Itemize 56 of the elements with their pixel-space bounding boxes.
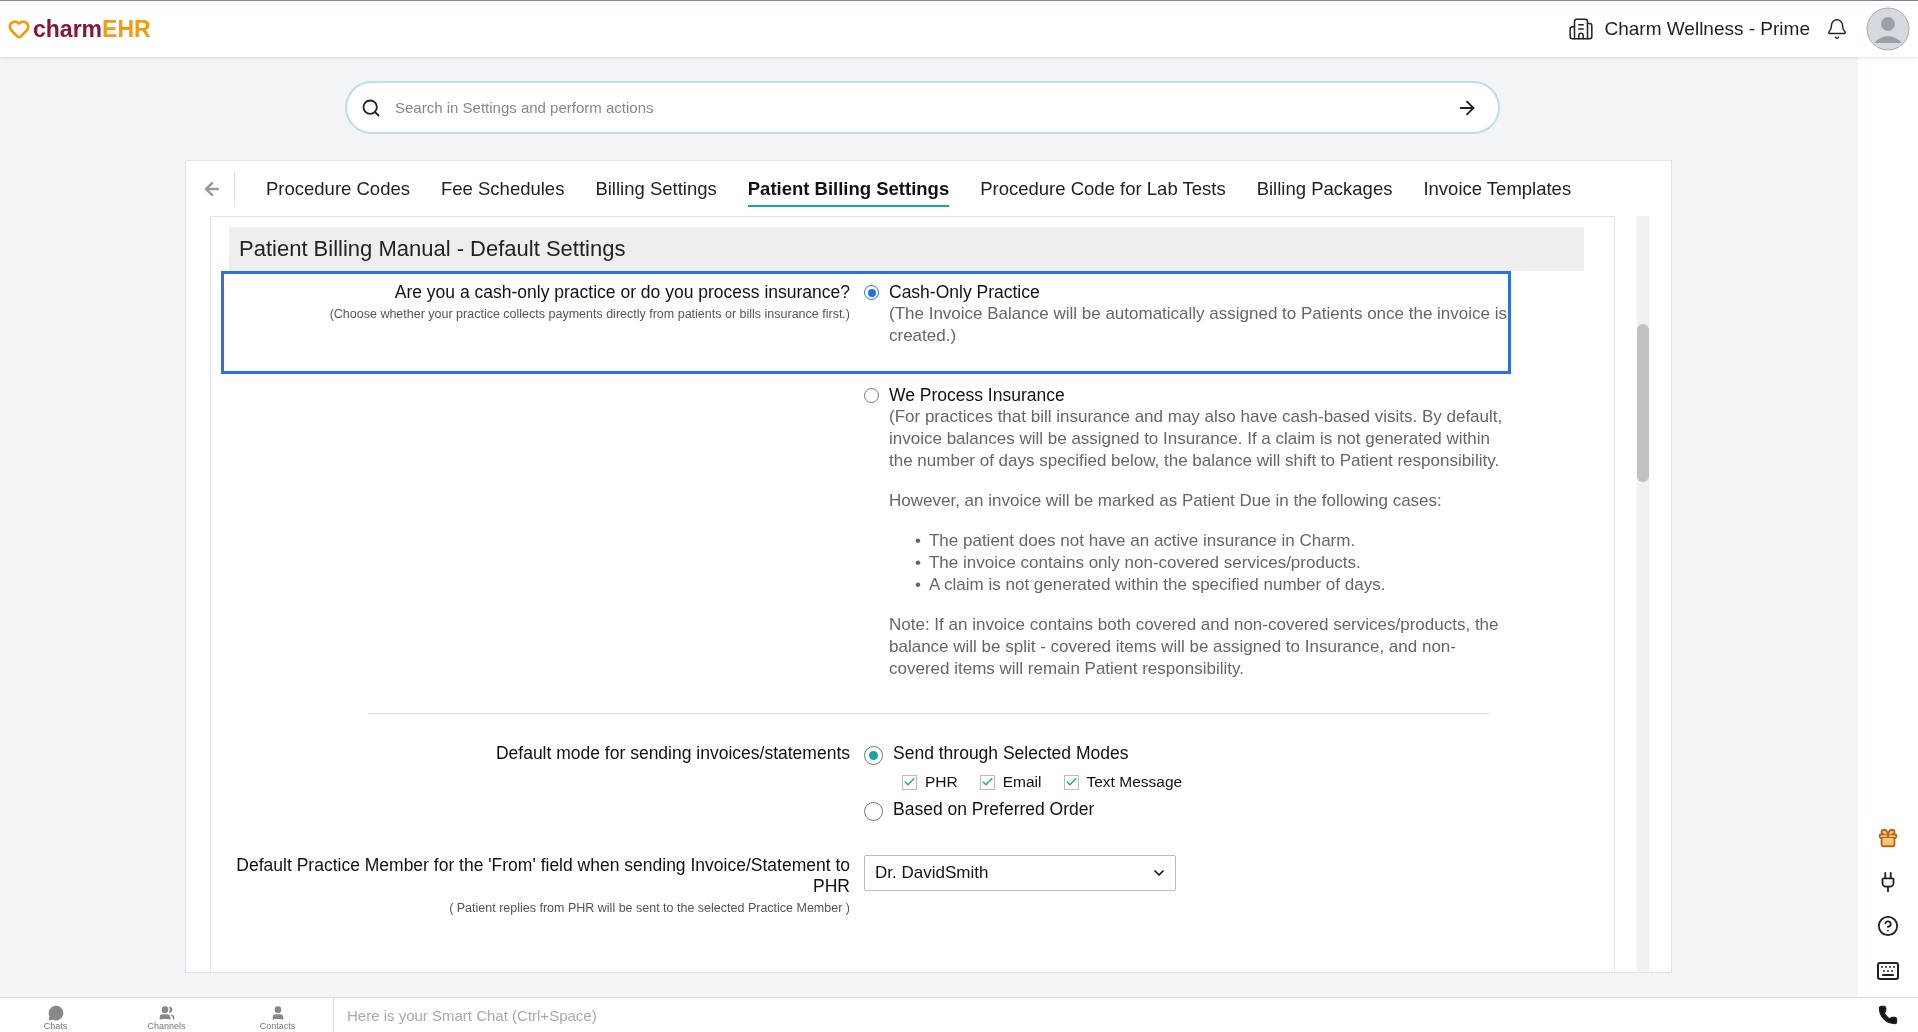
description-text: (For practices that bill insurance and may also have cash-based visits. By default, invoice balances will be assigned to Insurance. If a claim is not generated within the number of days specified below, the balance will shift to Patient responsibility. [889, 406, 1504, 472]
option-label: Send through Selected Modes [893, 743, 1129, 764]
scrollbar[interactable] [1637, 216, 1649, 972]
tab[interactable]: Billing Packages [1256, 170, 1393, 207]
option-label: We Process Insurance [889, 385, 1066, 406]
chat-bubble-icon [47, 1005, 64, 1021]
checkbox-label: Email [1002, 773, 1042, 791]
list-item: The invoice contains only non-covered services/products. [928, 552, 1361, 574]
checkbox-label: PHR [925, 773, 958, 791]
list-item: A claim is not generated within the specified number of days. [928, 574, 1386, 596]
tab[interactable]: Invoice Templates [1423, 170, 1572, 207]
logo-text: charmEHR [33, 15, 151, 43]
notification-bell-icon[interactable] [1826, 18, 1848, 40]
checkbox[interactable] [979, 774, 995, 790]
chat-tab[interactable]: Channels [111, 998, 222, 1032]
search-input[interactable]: Search in Settings and perform actions [393, 98, 1444, 117]
group-icon [158, 1005, 175, 1021]
search-field[interactable]: Search in Settings and perform actions [345, 81, 1500, 134]
field-label: Are you a cash-only practice or do you process insurance? [394, 282, 850, 303]
logo[interactable]: charmEHR [8, 15, 151, 43]
tab[interactable]: Fee Schedules [441, 170, 565, 207]
tab[interactable]: Procedure Code for Lab Tests [980, 170, 1226, 207]
tab[interactable]: Billing Settings [595, 170, 717, 207]
option-label: Based on Preferred Order [893, 799, 1095, 820]
chat-tab[interactable]: Contacts [222, 998, 333, 1032]
gift-icon[interactable] [1877, 827, 1899, 849]
heart-icon [8, 18, 30, 40]
building-icon [1568, 16, 1595, 42]
smart-chat-input[interactable]: Here is your Smart Chat (Ctrl+Space) [334, 1005, 1858, 1025]
section-header: Patient Billing Manual - Default Settings [229, 227, 1584, 271]
back-button[interactable] [202, 171, 235, 206]
member-select[interactable]: Dr. DavidSmith [864, 855, 1176, 891]
list-item: The patient does not have an active insurance in Charm. [928, 530, 1356, 552]
bullet: • [915, 552, 921, 574]
checkbox-label: Text Message [1086, 773, 1183, 791]
option-label: Cash-Only Practice [889, 282, 1041, 303]
field-hint: ( Patient replies from PHR will be sent to the selected Practice Member ) [449, 901, 850, 915]
description-text: Note: If an invoice contains both covered and non-covered services/products, the balance will be split - covered items will be assigned to Insurance, and non-covered items will remain Patient responsibility. [889, 614, 1500, 680]
description-text: (The Invoice Balance will be automatically assigned to Patients once the invoice is created.) [889, 303, 1508, 347]
field-label: Default mode for sending invoices/statements [495, 743, 850, 764]
bullet: • [915, 530, 921, 552]
tab[interactable]: Procedure Codes [266, 170, 410, 207]
phone-icon[interactable] [1878, 1005, 1898, 1025]
checkbox[interactable] [902, 774, 917, 790]
field-hint: (Choose whether your practice collects payments directly from patients or bills insurance first.) [329, 307, 850, 321]
checkbox[interactable] [1063, 774, 1079, 790]
bullet: • [915, 574, 921, 596]
help-icon[interactable] [1877, 915, 1899, 937]
field-label: Default Practice Member for the 'From' field when sending Invoice/Statement to PHR [235, 855, 850, 897]
search-icon [361, 97, 381, 118]
description-text: However, an invoice will be marked as Patient Due in the following cases: [889, 490, 1443, 512]
keyboard-icon[interactable] [1876, 959, 1900, 983]
tab[interactable]: Patient Billing Settings [747, 170, 950, 207]
chat-tab[interactable]: Chats [0, 998, 111, 1032]
avatar[interactable] [1866, 7, 1910, 51]
practice-name[interactable]: Charm Wellness - Prime [1604, 18, 1810, 40]
